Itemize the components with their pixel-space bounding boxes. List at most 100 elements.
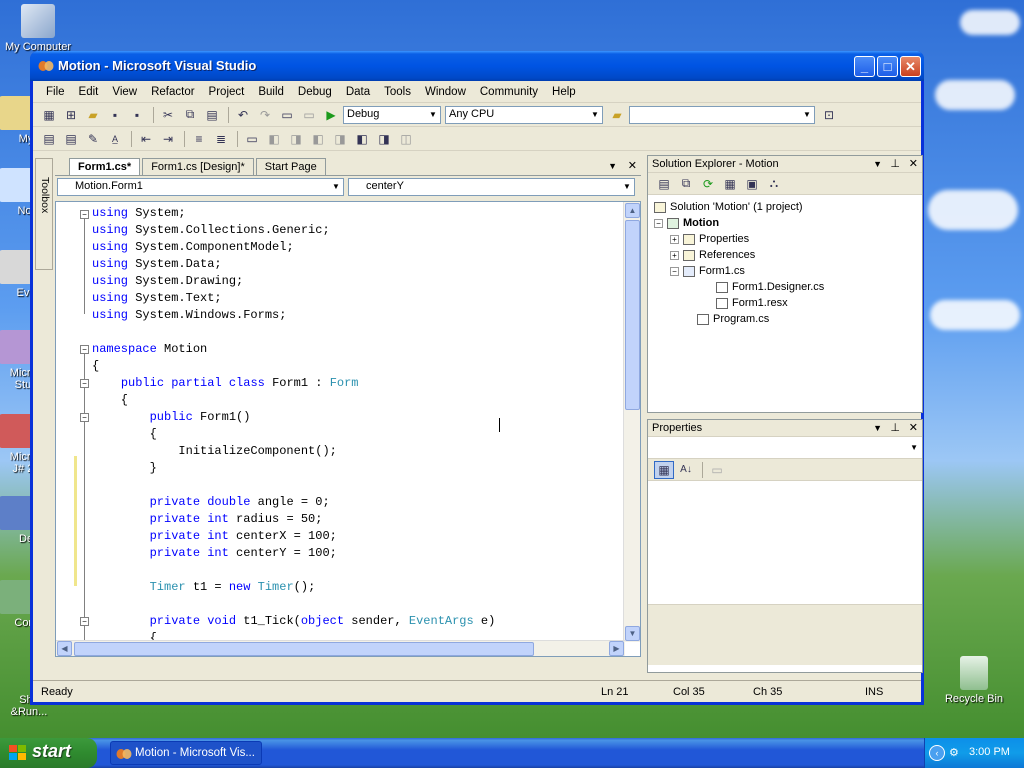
- uncomment-icon[interactable]: ≣: [211, 130, 231, 148]
- tree-item-form1-resx[interactable]: Form1.resx: [654, 295, 916, 311]
- scroll-down-icon[interactable]: ▼: [625, 626, 640, 641]
- desktop-icon-my-computer[interactable]: My Computer: [0, 4, 76, 53]
- display-quick-info-icon[interactable]: ✎: [83, 130, 103, 148]
- maximize-button[interactable]: □: [877, 56, 898, 77]
- refresh-icon[interactable]: ⟳: [698, 175, 718, 193]
- collapse-icon[interactable]: −: [80, 413, 89, 422]
- horizontal-scrollbar[interactable]: ◀ ▶: [56, 640, 625, 656]
- solution-explorer-icon[interactable]: ⊡: [819, 106, 839, 124]
- menu-debug[interactable]: Debug: [291, 83, 339, 101]
- tree-item-form1[interactable]: − Form1.cs: [654, 263, 916, 279]
- menu-edit[interactable]: Edit: [72, 83, 106, 101]
- properties-icon[interactable]: ▤: [654, 175, 674, 193]
- close-pane-icon[interactable]: ✕: [909, 157, 918, 170]
- tree-item-references[interactable]: + References: [654, 247, 916, 263]
- tree-item-solution[interactable]: Solution 'Motion' (1 project): [654, 199, 916, 215]
- undo-icon[interactable]: ↶: [233, 106, 253, 124]
- tab-start-page[interactable]: Start Page: [255, 158, 326, 175]
- window-position-dropdown-icon[interactable]: ▼: [873, 423, 882, 433]
- minimize-button[interactable]: _: [854, 56, 875, 77]
- expand-icon[interactable]: +: [670, 250, 679, 260]
- menu-refactor[interactable]: Refactor: [144, 83, 201, 101]
- collapse-icon[interactable]: −: [80, 379, 89, 388]
- decrease-indent-icon[interactable]: ⇤: [136, 130, 156, 148]
- code-text-area[interactable]: − − − − − using System; using System.Coll…: [55, 201, 641, 657]
- expand-icon[interactable]: +: [670, 234, 679, 244]
- next-bookmark-icon[interactable]: ◨: [286, 130, 306, 148]
- clock[interactable]: 3:00 PM: [969, 746, 1010, 758]
- cut-icon[interactable]: ✂: [158, 106, 178, 124]
- close-document-icon[interactable]: ✕: [628, 159, 637, 172]
- menu-data[interactable]: Data: [339, 83, 377, 101]
- tree-item-project[interactable]: − Motion: [654, 215, 916, 231]
- view-class-diagram-icon[interactable]: ⛬: [764, 175, 784, 193]
- comment-out-icon[interactable]: ≡: [189, 130, 209, 148]
- collapse-icon[interactable]: −: [80, 345, 89, 354]
- collapse-icon[interactable]: −: [80, 617, 89, 626]
- solution-platform-select[interactable]: Any CPU ▼: [445, 105, 603, 124]
- start-debugging-icon[interactable]: ▶: [321, 106, 341, 124]
- save-all-icon[interactable]: ▪: [127, 106, 147, 124]
- tab-form1-cs[interactable]: Form1.cs*: [69, 158, 141, 175]
- auto-hide-pin-icon[interactable]: ⊥: [890, 421, 900, 434]
- menu-window[interactable]: Window: [418, 83, 473, 101]
- auto-hide-pin-icon[interactable]: ⊥: [890, 157, 900, 170]
- view-code-icon[interactable]: ▦: [720, 175, 740, 193]
- toggle-bookmark-icon[interactable]: ▭: [242, 130, 262, 148]
- toolbox-tab[interactable]: Toolbox: [35, 158, 53, 270]
- tray-expand-icon[interactable]: ‹: [929, 745, 945, 761]
- vertical-scroll-thumb[interactable]: [625, 220, 640, 410]
- scroll-left-icon[interactable]: ◀: [57, 641, 72, 656]
- menu-file[interactable]: File: [39, 83, 72, 101]
- redo-icon[interactable]: ↷: [255, 106, 275, 124]
- alphabetical-icon[interactable]: A↓: [676, 461, 696, 479]
- menu-community[interactable]: Community: [473, 83, 545, 101]
- menu-project[interactable]: Project: [202, 83, 252, 101]
- new-project-icon[interactable]: ▦: [39, 106, 59, 124]
- tab-form1-design[interactable]: Form1.cs [Design]*: [142, 158, 254, 175]
- collapse-icon[interactable]: −: [670, 266, 679, 276]
- add-item-icon[interactable]: ⊞: [61, 106, 81, 124]
- previous-bookmark-folder-icon[interactable]: ◧: [308, 130, 328, 148]
- tree-item-form1-designer[interactable]: Form1.Designer.cs: [654, 279, 916, 295]
- display-word-completion-icon[interactable]: A̲: [105, 130, 125, 148]
- navigate-forward-icon[interactable]: ▭: [299, 106, 319, 124]
- show-all-files-icon[interactable]: ⧉: [676, 175, 696, 193]
- categorized-icon[interactable]: ▦: [654, 460, 674, 479]
- horizontal-scroll-thumb[interactable]: [74, 642, 534, 656]
- scroll-right-icon[interactable]: ▶: [609, 641, 624, 656]
- open-icon[interactable]: ▰: [83, 106, 103, 124]
- navigate-backward-icon[interactable]: ▭: [277, 106, 297, 124]
- find-in-files-icon[interactable]: ▰: [607, 106, 627, 124]
- copy-icon[interactable]: ⧉: [180, 106, 200, 124]
- find-combo[interactable]: ▼: [629, 105, 815, 124]
- previous-bookmark-icon[interactable]: ◧: [264, 130, 284, 148]
- paste-icon[interactable]: ▤: [202, 106, 222, 124]
- close-button[interactable]: ✕: [900, 56, 921, 77]
- window-position-dropdown-icon[interactable]: ▼: [873, 159, 882, 169]
- display-parameter-info-icon[interactable]: ▤: [61, 130, 81, 148]
- solution-explorer-header[interactable]: Solution Explorer - Motion ▼ ⊥ ✕: [648, 156, 922, 173]
- vertical-scrollbar[interactable]: ▲ ▼: [623, 202, 640, 642]
- close-pane-icon[interactable]: ✕: [909, 421, 918, 434]
- menu-tools[interactable]: Tools: [377, 83, 418, 101]
- tray-network-icon[interactable]: ⚙: [949, 746, 959, 759]
- next-bookmark-document-icon[interactable]: ◨: [374, 130, 394, 148]
- tree-item-program[interactable]: Program.cs: [654, 311, 916, 327]
- members-dropdown[interactable]: centerY ▼: [348, 178, 635, 196]
- next-bookmark-folder-icon[interactable]: ◨: [330, 130, 350, 148]
- solution-configuration-select[interactable]: Debug ▼: [343, 105, 441, 124]
- menu-build[interactable]: Build: [251, 83, 291, 101]
- desktop-icon-recycle-bin[interactable]: Recycle Bin: [936, 656, 1012, 705]
- menu-help[interactable]: Help: [545, 83, 583, 101]
- clear-bookmarks-icon[interactable]: ◫: [396, 130, 416, 148]
- display-object-member-list-icon[interactable]: ▤: [39, 130, 59, 148]
- collapse-icon[interactable]: −: [654, 218, 663, 228]
- active-files-dropdown-icon[interactable]: ▼: [608, 161, 617, 171]
- object-selector[interactable]: ▼: [648, 437, 922, 459]
- save-icon[interactable]: ▪: [105, 106, 125, 124]
- types-dropdown[interactable]: Motion.Form1 ▼: [57, 178, 344, 196]
- title-bar[interactable]: Motion - Microsoft Visual Studio _ □ ✕: [30, 51, 924, 81]
- previous-bookmark-document-icon[interactable]: ◧: [352, 130, 372, 148]
- collapse-icon[interactable]: −: [80, 210, 89, 219]
